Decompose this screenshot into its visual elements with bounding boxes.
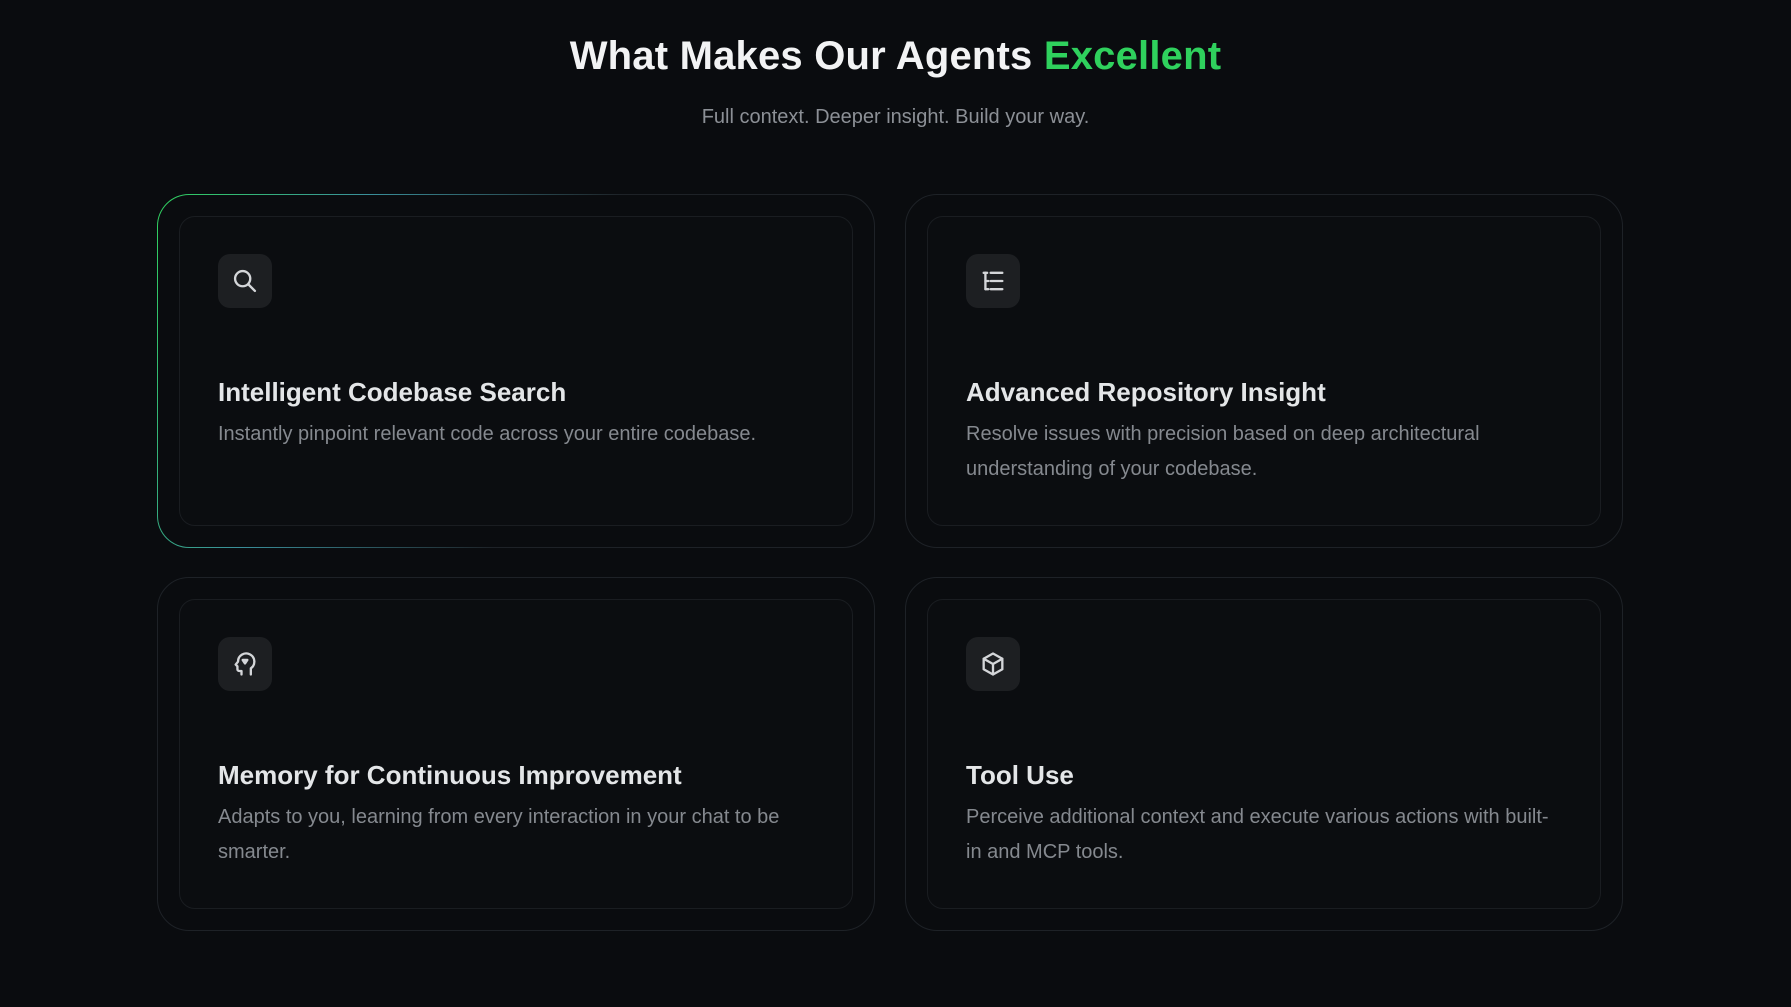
feature-title: Intelligent Codebase Search [218, 377, 567, 407]
feature-card-repository-insight[interactable]: Advanced Repository Insight Resolve issu… [905, 194, 1623, 548]
feature-description: Instantly pinpoint relevant code across … [218, 423, 757, 445]
feature-card-inner: Tool Use Perceive additional context and… [927, 599, 1601, 909]
title-main: What Makes Our Agents [569, 34, 1033, 78]
section-title: What Makes Our Agents Excellent [0, 34, 1791, 79]
feature-card-memory[interactable]: Memory for Continuous Improvement Adapts… [157, 577, 875, 931]
feature-title: Advanced Repository Insight [966, 377, 1326, 407]
head-brain-icon [218, 637, 272, 691]
feature-title: Tool Use [966, 760, 1074, 790]
feature-card-inner: Advanced Repository Insight Resolve issu… [927, 216, 1601, 526]
feature-title: Memory for Continuous Improvement [218, 760, 682, 790]
feature-card-inner: Memory for Continuous Improvement Adapts… [179, 599, 853, 909]
section-subtitle: Full context. Deeper insight. Build your… [701, 106, 1090, 128]
feature-card-codebase-search[interactable]: Intelligent Codebase Search Instantly pi… [157, 194, 875, 548]
feature-description: Resolve issues with precision based on d… [966, 423, 1480, 480]
title-accent: Excellent [1043, 34, 1222, 78]
box-icon [966, 637, 1020, 691]
feature-description: Adapts to you, learning from every inter… [218, 806, 780, 863]
feature-card-tool-use[interactable]: Tool Use Perceive additional context and… [905, 577, 1623, 931]
feature-description: Perceive additional context and execute … [966, 806, 1549, 863]
search-icon [218, 254, 272, 308]
list-tree-icon [966, 254, 1020, 308]
feature-card-inner: Intelligent Codebase Search Instantly pi… [179, 216, 853, 526]
